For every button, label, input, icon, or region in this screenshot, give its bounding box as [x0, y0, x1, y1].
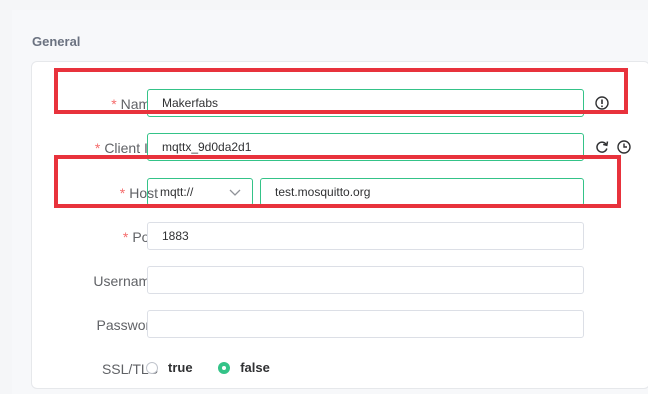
ssl-false-radio[interactable]: false [218, 360, 270, 375]
name-input[interactable]: Makerfabs [147, 89, 584, 117]
section-title: General [32, 34, 81, 49]
radio-circle[interactable] [146, 361, 158, 374]
host-input[interactable]: test.mosquitto.org [260, 178, 584, 206]
client-id-row: * Client ID mqttx_9d0da2d1 [32, 133, 648, 163]
username-input[interactable] [147, 266, 584, 294]
required-mark: * [111, 96, 117, 112]
username-row: Username [32, 266, 648, 296]
client-id-input[interactable]: mqttx_9d0da2d1 [147, 133, 584, 161]
clock-icon[interactable] [616, 139, 632, 155]
port-input[interactable]: 1883 [147, 222, 584, 250]
ssl-row: SSL/TLS true false [32, 354, 648, 384]
password-row: Password [32, 310, 648, 340]
page: General * Name Makerfabs * Client ID mqttx… [12, 10, 648, 394]
refresh-icon[interactable] [594, 139, 610, 155]
radio-circle-checked[interactable] [218, 361, 231, 374]
ssl-radio-group: true false [146, 360, 292, 377]
port-row: * Port 1883 [32, 222, 648, 252]
host-row: * Host mqtt:// test.mosquitto.org [32, 178, 648, 208]
password-input[interactable] [147, 310, 584, 338]
info-icon[interactable] [594, 95, 610, 111]
name-row: * Name Makerfabs [32, 89, 648, 119]
ssl-true-radio[interactable]: true [146, 360, 193, 375]
general-settings-card: * Name Makerfabs * Client ID mqttx_9d0da2d… [31, 61, 648, 389]
protocol-value: mqtt:// [160, 185, 194, 199]
protocol-select[interactable]: mqtt:// [147, 178, 253, 206]
chevron-down-icon [229, 189, 241, 196]
